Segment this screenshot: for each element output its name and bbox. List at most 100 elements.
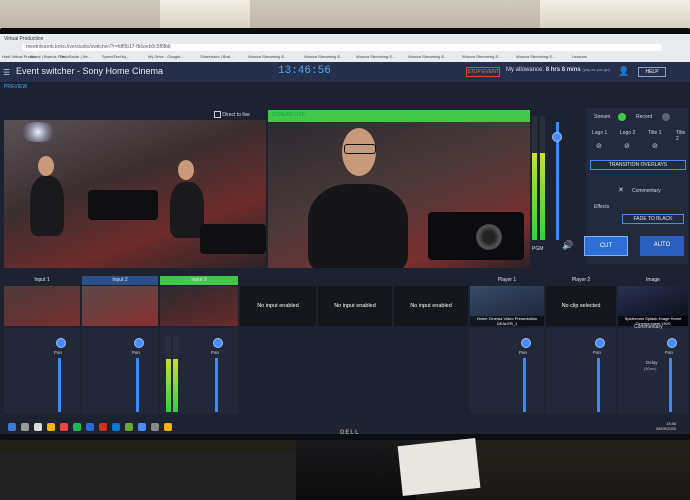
taskbar-app-icon[interactable]	[151, 423, 159, 431]
bookmark-link[interactable]: My Drive - Google...	[148, 53, 184, 61]
mute-button[interactable]	[56, 338, 66, 348]
bookmark-link[interactable]: Wowza Streaming E...	[408, 53, 448, 61]
title1-label[interactable]: Title 1	[648, 130, 661, 136]
audio-meter	[540, 116, 545, 240]
direct-to-live-toggle[interactable]: Direct to live	[214, 111, 250, 118]
taskbar-app-icon[interactable]	[34, 423, 42, 431]
pan-label: Pan	[519, 350, 528, 355]
checkbox-icon[interactable]	[214, 111, 221, 118]
mute-button[interactable]	[134, 338, 144, 348]
master-fader-handle[interactable]	[552, 132, 562, 142]
input-thumbnail[interactable]: Spiderman Splash Image Home Cinema event…	[618, 286, 688, 326]
bookmark-link[interactable]: Lessons	[572, 53, 587, 61]
fade-to-black-button[interactable]: FADE TO BLACK	[622, 214, 684, 224]
taskbar-app-icon[interactable]	[47, 423, 55, 431]
pgm-label: PGM	[532, 246, 544, 252]
window	[540, 0, 690, 30]
stage-light	[18, 122, 58, 142]
event-clock: 13:46:56	[278, 65, 331, 77]
preview-video[interactable]	[4, 120, 266, 268]
menu-icon[interactable]: ☰	[3, 68, 10, 77]
taskbar-app-icon[interactable]	[138, 423, 146, 431]
volume-fader[interactable]	[136, 358, 139, 412]
input-header[interactable]	[394, 276, 468, 285]
bookmark-link[interactable]: Sharetrace | Brai...	[200, 53, 233, 61]
stream-status-dot[interactable]	[618, 113, 626, 121]
auto-button[interactable]: AUTO	[640, 236, 684, 256]
input-header[interactable]: Player 2	[546, 276, 616, 285]
input-header[interactable]: Input 2	[82, 276, 158, 285]
input-header[interactable]: Image	[618, 276, 688, 285]
taskbar-app-icon[interactable]	[21, 423, 29, 431]
record-status-dot[interactable]	[662, 113, 670, 121]
eye-off-icon[interactable]: ⊘	[652, 142, 658, 150]
title2-label[interactable]: Title 2	[676, 130, 688, 142]
taskbar-app-icon[interactable]	[86, 423, 94, 431]
taskbar-app-icon[interactable]	[73, 423, 81, 431]
bookmark-link[interactable]: Wowza Streaming E...	[304, 53, 344, 61]
program-video	[268, 122, 530, 268]
volume-fader[interactable]	[597, 358, 600, 412]
volume-fader[interactable]	[58, 358, 61, 412]
audio-strip: Pan	[160, 328, 238, 414]
help-button[interactable]: HELP	[638, 67, 666, 77]
stop-event-button[interactable]: STOP EVENT	[466, 67, 500, 77]
taskbar-app-icon[interactable]	[112, 423, 120, 431]
mic-off-icon[interactable]: ✕	[618, 186, 624, 194]
input-header[interactable]	[240, 276, 316, 285]
taskbar-app-icon[interactable]	[99, 423, 107, 431]
input-header[interactable]	[318, 276, 392, 285]
volume-fader[interactable]	[215, 358, 218, 412]
volume-icon[interactable]: 🔊	[562, 240, 573, 251]
commentary-label: Commentary	[632, 188, 661, 194]
user-icon[interactable]: 👤	[618, 66, 629, 77]
allowance-value: 8 hrs 8 mins	[545, 67, 581, 73]
mute-button[interactable]	[213, 338, 223, 348]
eye-off-icon[interactable]: ⊘	[596, 142, 602, 150]
input-thumbnail[interactable]	[82, 286, 158, 326]
paper-sheet	[397, 438, 481, 496]
bookmark-link[interactable]: Wowza Streaming E...	[356, 53, 396, 61]
mute-button[interactable]	[667, 338, 677, 348]
input-thumbnail[interactable]: Home Cinema Video Presentation DEALER_1	[470, 286, 544, 326]
logo1-label[interactable]: Logo 1	[592, 130, 607, 136]
bookmark-link[interactable]: Wowza Streaming E...	[462, 53, 502, 61]
input-thumbnail[interactable]: No input enabled	[240, 286, 316, 326]
input-thumbnail[interactable]: No clip selected	[546, 286, 616, 326]
bookmark-link[interactable]: Wowza Streaming E...	[516, 53, 556, 61]
input-label: Input 1	[34, 277, 50, 283]
taskbar-app-icon[interactable]	[164, 423, 172, 431]
page-title: Event switcher - Sony Home Cinema	[16, 66, 164, 76]
input-header[interactable]: Input 1	[4, 276, 80, 285]
input-thumbnail[interactable]	[160, 286, 238, 326]
pan-label: Pan	[132, 350, 141, 355]
volume-fader[interactable]	[669, 358, 672, 412]
bookmark-link[interactable]: Wowza Streaming E...	[248, 53, 288, 61]
pan-label: Pan	[665, 350, 674, 355]
cut-button[interactable]: CUT	[584, 236, 628, 256]
browser-tab-title[interactable]: Virtual Production	[4, 36, 43, 42]
eye-off-icon[interactable]: ⊘	[624, 142, 630, 150]
taskbar-app-icon[interactable]	[8, 423, 16, 431]
input-header[interactable]: Player 1	[470, 276, 544, 285]
volume-fader[interactable]	[523, 358, 526, 412]
mute-button[interactable]	[595, 338, 605, 348]
transition-overlays-button[interactable]: TRANSITION OVERLAYS	[590, 160, 686, 170]
input-header[interactable]: Input 3	[160, 276, 238, 285]
logo2-label[interactable]: Logo 2	[620, 130, 635, 136]
address-bar[interactable]: meetnlearnb.knko.live/studio/switcher/?r…	[22, 44, 662, 51]
taskbar-date: 08/09/2020	[655, 426, 676, 431]
mute-button[interactable]	[521, 338, 531, 348]
audio-meter	[173, 336, 178, 412]
input-thumbnail[interactable]: No input enabled	[318, 286, 392, 326]
taskbar-app-icon[interactable]	[60, 423, 68, 431]
audio-strip: Pan	[546, 328, 616, 414]
input-thumbnail[interactable]: No input enabled	[394, 286, 468, 326]
input-thumbnail[interactable]	[4, 286, 80, 326]
taskbar-app-icon[interactable]	[125, 423, 133, 431]
clip-caption: Home Cinema Video Presentation DEALER_1	[470, 316, 544, 326]
keyboard	[0, 452, 300, 500]
projector	[200, 224, 266, 254]
bookmark-link[interactable]: TechRadar | Ne...	[60, 53, 91, 61]
bookmark-link[interactable]: SpeedTest by...	[102, 53, 129, 61]
